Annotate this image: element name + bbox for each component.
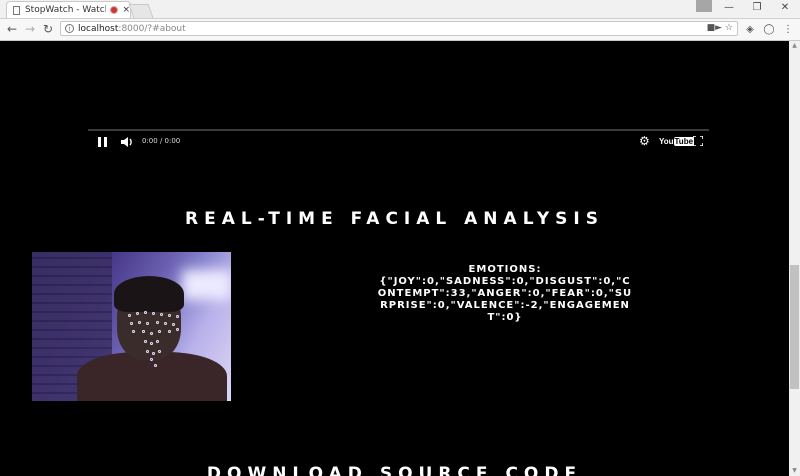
youtube-logo-tube: Tube: [673, 137, 695, 146]
landmark-point: [172, 323, 175, 326]
forward-icon[interactable]: →: [22, 21, 38, 37]
landmark-point: [138, 321, 141, 324]
emotions-values: {"JOY":0,"SADNESS":0,"DISGUST":0,"CONTEM…: [377, 276, 633, 323]
fullscreen-icon[interactable]: [692, 135, 704, 147]
camera-and-star-icons[interactable]: ■► ☆: [707, 23, 733, 33]
browser-toolbar: ← → ↻ i localhost :8000/?#about ■► ☆ ◈ ◯…: [0, 19, 800, 41]
video-time: 0:00 / 0:00: [142, 137, 181, 145]
address-bar[interactable]: i localhost :8000/?#about ■► ☆: [60, 21, 738, 36]
page-icon: [13, 5, 20, 15]
volume-icon[interactable]: [121, 136, 135, 148]
youtube-logo-you: You: [659, 137, 674, 146]
landmark-point: [156, 340, 159, 343]
new-tab-button[interactable]: [128, 4, 154, 18]
landmark-point: [142, 330, 145, 333]
landmark-point: [144, 340, 147, 343]
browser-tab[interactable]: StopWatch - Watch V ×: [6, 1, 131, 18]
landmark-point: [132, 330, 135, 333]
reload-icon[interactable]: ↻: [40, 21, 56, 37]
user-profile-icon[interactable]: [696, 0, 712, 12]
page-content: 0:00 / 0:00 ⚙ YouTube REAL-TIME FACIAL A…: [0, 41, 789, 476]
landmark-point: [150, 342, 153, 345]
landmark-point: [146, 322, 149, 325]
landmark-point: [150, 358, 153, 361]
landmark-point: [146, 350, 149, 353]
extension-icon-2[interactable]: ◯: [762, 22, 776, 36]
extension-icon[interactable]: ◈: [743, 22, 757, 36]
youtube-player-controls: 0:00 / 0:00 ⚙ YouTube: [88, 129, 709, 155]
minimize-button[interactable]: —: [714, 0, 744, 15]
landmark-point: [168, 330, 171, 333]
landmark-point: [154, 364, 157, 367]
landmark-point: [158, 330, 161, 333]
webcam-light: [182, 270, 231, 300]
landmark-point: [176, 328, 179, 331]
scroll-down-icon[interactable]: ▼: [789, 466, 800, 476]
scrollbar-thumb[interactable]: [790, 265, 799, 389]
landmark-point: [150, 332, 153, 335]
landmark-point: [136, 312, 139, 315]
recording-icon: [110, 6, 119, 14]
youtube-logo[interactable]: YouTube: [659, 137, 695, 146]
close-window-button[interactable]: ✕: [770, 0, 800, 15]
webcam-subject-hair: [114, 276, 184, 312]
landmark-point: [168, 314, 171, 317]
url-path: :8000/?#about: [118, 23, 186, 34]
landmark-point: [160, 313, 163, 316]
tab-title: StopWatch - Watch V: [24, 5, 107, 15]
facial-analysis-heading: REAL-TIME FACIAL ANALYSIS: [185, 209, 604, 229]
landmark-point: [152, 312, 155, 315]
emotions-readout: EMOTIONS: {"JOY":0,"SADNESS":0,"DISGUST"…: [377, 264, 633, 324]
landmark-point: [144, 311, 147, 314]
landmark-point: [152, 352, 155, 355]
page-scrollbar[interactable]: ▲ ▼: [789, 41, 800, 476]
maximize-button[interactable]: ❐: [742, 0, 772, 15]
settings-icon[interactable]: ⚙: [639, 134, 650, 148]
download-source-heading: DOWNLOAD SOURCE CODE: [206, 464, 583, 476]
pause-icon[interactable]: [98, 137, 107, 147]
scroll-up-icon[interactable]: ▲: [789, 41, 800, 51]
landmark-point: [176, 315, 179, 318]
url-host: localhost: [78, 23, 119, 34]
back-icon[interactable]: ←: [4, 21, 20, 37]
video-progress-bar[interactable]: [88, 129, 709, 131]
landmark-point: [158, 350, 161, 353]
landmark-point: [164, 322, 167, 325]
landmark-point: [130, 322, 133, 325]
menu-icon[interactable]: ⋮: [781, 22, 795, 36]
webcam-feed: [32, 252, 231, 401]
tab-strip: StopWatch - Watch V × — ❐ ✕: [0, 0, 800, 19]
landmark-point: [128, 314, 131, 317]
info-icon[interactable]: i: [65, 24, 74, 33]
emotions-label: EMOTIONS:: [468, 264, 542, 275]
landmark-point: [156, 321, 159, 324]
